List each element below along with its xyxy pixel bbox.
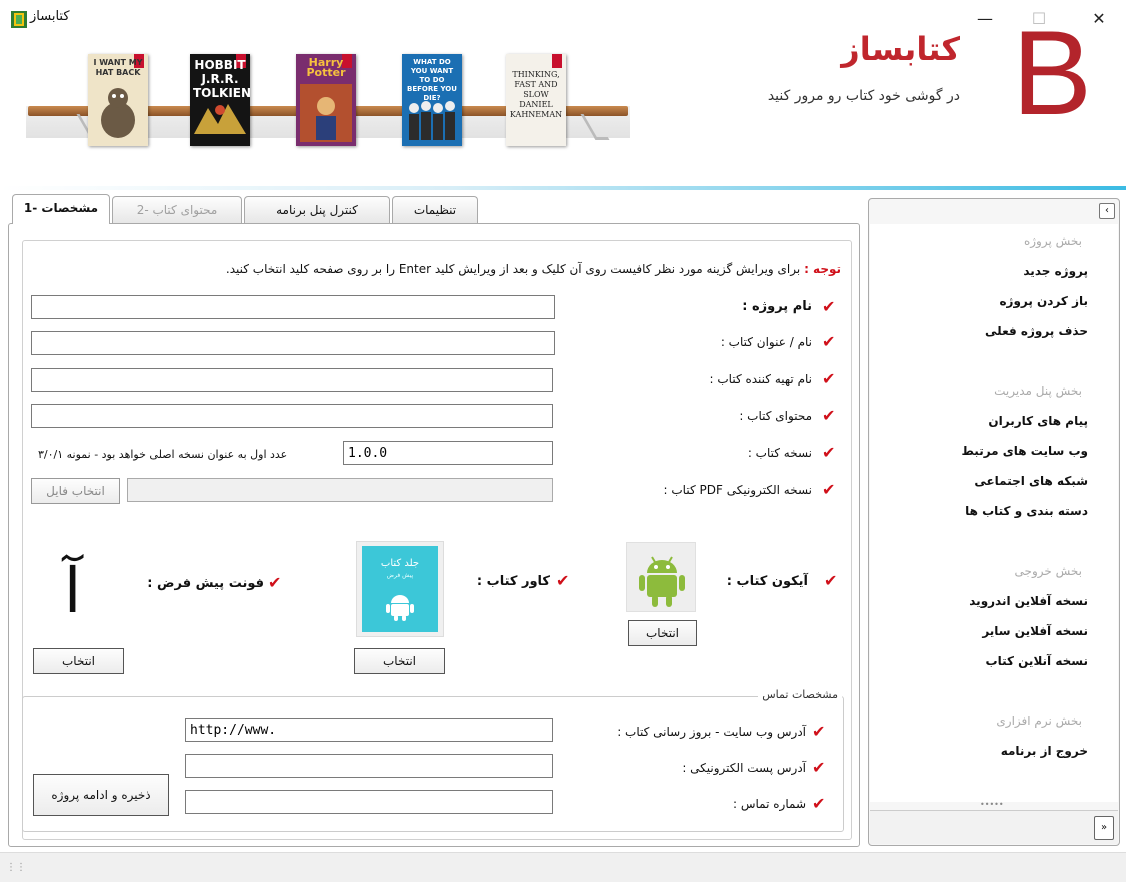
book-title-input[interactable] [31,331,555,355]
choose-cover-button[interactable]: انتخاب [354,648,445,674]
book-cover-5: THINKING, FAST AND SLOW DANIEL KAHNEMAN [506,54,566,146]
android-icon [386,595,414,621]
tab-settings[interactable]: تنظیمات [392,196,478,224]
accent-line [0,186,1126,190]
app-icon [11,11,27,28]
expand-panel-button[interactable]: » [1094,816,1114,840]
minimize-button[interactable]: — [962,4,1008,34]
side-panel-footer [870,810,1118,844]
panel-resize-grip[interactable]: ••••• [980,800,1004,809]
sidebar-item-offline-android[interactable]: نسخه آفلاین اندروید [969,594,1088,608]
required-check-icon: ✔ [822,480,836,499]
brand-tagline: در گوشی خود کتاب رو مرور کنید [767,88,960,104]
website-input[interactable] [185,718,553,742]
required-check-icon: ✔ [812,758,826,777]
note-label: توجه : [804,262,841,276]
email-input[interactable] [185,754,553,778]
sidebar-item-online-book[interactable]: نسخه آنلاین کتاب [986,654,1088,668]
project-name-input[interactable] [31,295,555,319]
email-label: آدرس پست الکترونیکی : [682,761,806,775]
collapse-panel-button[interactable]: ‹ [1099,203,1115,219]
book-icon-label: آیکون کتاب : [726,574,808,589]
pdf-label: نسخه الکترونیکی PDF کتاب : [663,483,812,497]
book-cover-1: I WANT MY HAT BACK [88,54,148,146]
required-check-icon: ✔ [812,794,826,813]
required-check-icon: ✔ [268,573,282,592]
contact-legend: مشخصات تماس [758,688,842,701]
tab-specifications[interactable]: مشخصات -1 [12,194,110,224]
project-name-label: نام پروژه : [742,299,812,314]
required-check-icon: ✔ [822,369,836,388]
required-check-icon: ✔ [822,406,836,425]
choose-icon-button[interactable]: انتخاب [628,620,697,646]
required-check-icon: ✔ [824,571,838,590]
sidebar-item-open-project[interactable]: باز کردن پروژه [999,294,1088,308]
book-cover-label: کاور کتاب : [476,574,550,589]
brand-name: کتابساز [841,30,960,68]
cover-title: جلد کتاب [380,558,420,569]
default-font-label: فونت پیش فرض : [147,576,264,591]
section-title-software: بخش نرم افزاری [996,714,1082,728]
sidebar-item-offline-other[interactable]: نسخه آفلاین سایر [982,624,1088,638]
website-label: آدرس وب سایت - بروز رسانی کتاب : [617,725,806,739]
note-text: برای ویرایش گزینه مورد نظر کافیست روی آن… [225,262,801,276]
pdf-path-input [127,478,553,502]
sidebar-item-social-networks[interactable]: شبکه های اجتماعی [974,474,1088,488]
sidebar-item-new-project[interactable]: پروژه جدید [1023,264,1088,278]
book-cover-4: WHAT DO YOU WANT TO DO BEFORE YOU DIE? [402,54,462,146]
android-icon [639,556,685,607]
book-title-label: نام / عنوان کتاب : [720,335,812,349]
font-sample: آ [64,554,82,627]
author-input[interactable] [31,368,553,392]
cover-subtitle: پیش فرض [386,572,414,579]
phone-label: شماره تماس : [733,797,806,811]
content-label: محتوای کتاب : [739,409,812,423]
section-title-project: بخش پروژه [1023,234,1082,248]
required-check-icon: ✔ [812,722,826,741]
status-bar [0,852,1126,882]
sidebar-item-delete-project[interactable]: حذف پروژه فعلی [985,324,1088,338]
required-check-icon: ✔ [822,297,836,316]
window-title: کتابساز [30,9,70,24]
required-check-icon: ✔ [822,332,836,351]
phone-input[interactable] [185,790,553,814]
sidebar-item-user-messages[interactable]: پیام های کاربران [988,414,1088,428]
save-continue-button[interactable]: ذخیره و ادامه پروژه [33,774,169,816]
book-cover-2: HOBBIT J.R.R. TOLKIEN [190,54,250,146]
choose-font-button[interactable]: انتخاب [33,648,124,674]
section-title-output: بخش خروجی [1014,564,1082,578]
sidebar-item-exit[interactable]: خروج از برنامه [1001,744,1088,758]
sidebar-item-related-sites[interactable]: وب سایت های مرتبط [961,444,1088,458]
book-icon-preview [626,542,696,612]
version-hint: عدد اول به عنوان نسخه اصلی خواهد بود - ن… [38,448,288,461]
author-label: نام تهیه کننده کتاب : [709,372,812,386]
book-cover-3: Harry Potter [296,54,356,146]
required-check-icon: ✔ [556,571,570,590]
brand-logo-letter: B [1012,6,1093,140]
choose-file-button[interactable]: انتخاب فایل [31,478,120,504]
section-title-admin: بخش پنل مدیریت [994,384,1082,398]
version-label: نسخه کتاب : [747,446,812,460]
sidebar-item-categories-books[interactable]: دسته بندی و کتاب ها [965,504,1088,518]
version-input[interactable] [343,441,553,465]
note: توجه : برای ویرایش گزینه مورد نظر کافیست… [226,262,841,276]
required-check-icon: ✔ [822,443,836,462]
tab-control-panel[interactable]: کنترل پنل برنامه [244,196,390,224]
tab-book-content[interactable]: محتوای کتاب -2 [112,196,242,224]
content-input[interactable] [31,404,553,428]
status-grip: ⋮⋮ [6,862,26,873]
